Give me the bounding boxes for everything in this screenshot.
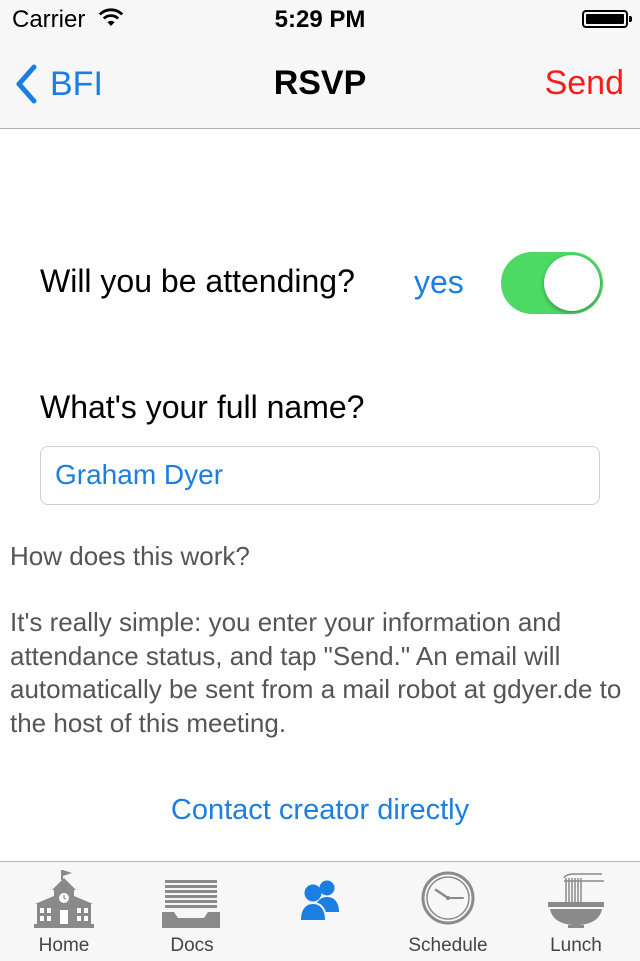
tab-lunch-label: Lunch: [550, 935, 602, 956]
contact-creator-link[interactable]: Contact creator directly: [0, 794, 640, 827]
tab-people[interactable]: [256, 862, 384, 961]
clock-icon: [421, 871, 475, 925]
attending-question: Will you be attending?: [40, 263, 355, 299]
tab-lunch[interactable]: Lunch: [512, 862, 640, 961]
toggle-knob: [544, 255, 600, 311]
tab-schedule-label: Schedule: [408, 935, 488, 956]
navigation-bar: BFI RSVP Send: [0, 40, 640, 129]
tab-home[interactable]: Home: [0, 862, 128, 961]
battery-icon: [582, 10, 632, 28]
status-time: 5:29 PM: [274, 6, 366, 33]
status-bar: Carrier 5:29 PM: [0, 0, 640, 40]
attending-value: yes: [414, 264, 464, 300]
full-name-field[interactable]: Graham Dyer: [40, 446, 600, 505]
tab-home-label: Home: [38, 935, 90, 956]
name-question: What's your full name?: [40, 389, 365, 425]
document-tray-icon: [162, 880, 220, 928]
send-button[interactable]: Send: [545, 64, 624, 103]
noodle-bowl-icon: [548, 873, 604, 928]
tab-docs-label: Docs: [170, 935, 214, 956]
help-heading: How does this work?: [10, 541, 250, 571]
people-icon: [299, 880, 339, 921]
help-body: It's really simple: you enter your infor…: [10, 607, 622, 738]
attending-toggle[interactable]: [501, 252, 603, 314]
tab-bar: Home Docs Schedule Lunch: [0, 861, 640, 961]
tab-schedule[interactable]: Schedule: [384, 862, 512, 961]
tab-docs[interactable]: Docs: [128, 862, 256, 961]
schoolhouse-icon: [34, 870, 94, 928]
